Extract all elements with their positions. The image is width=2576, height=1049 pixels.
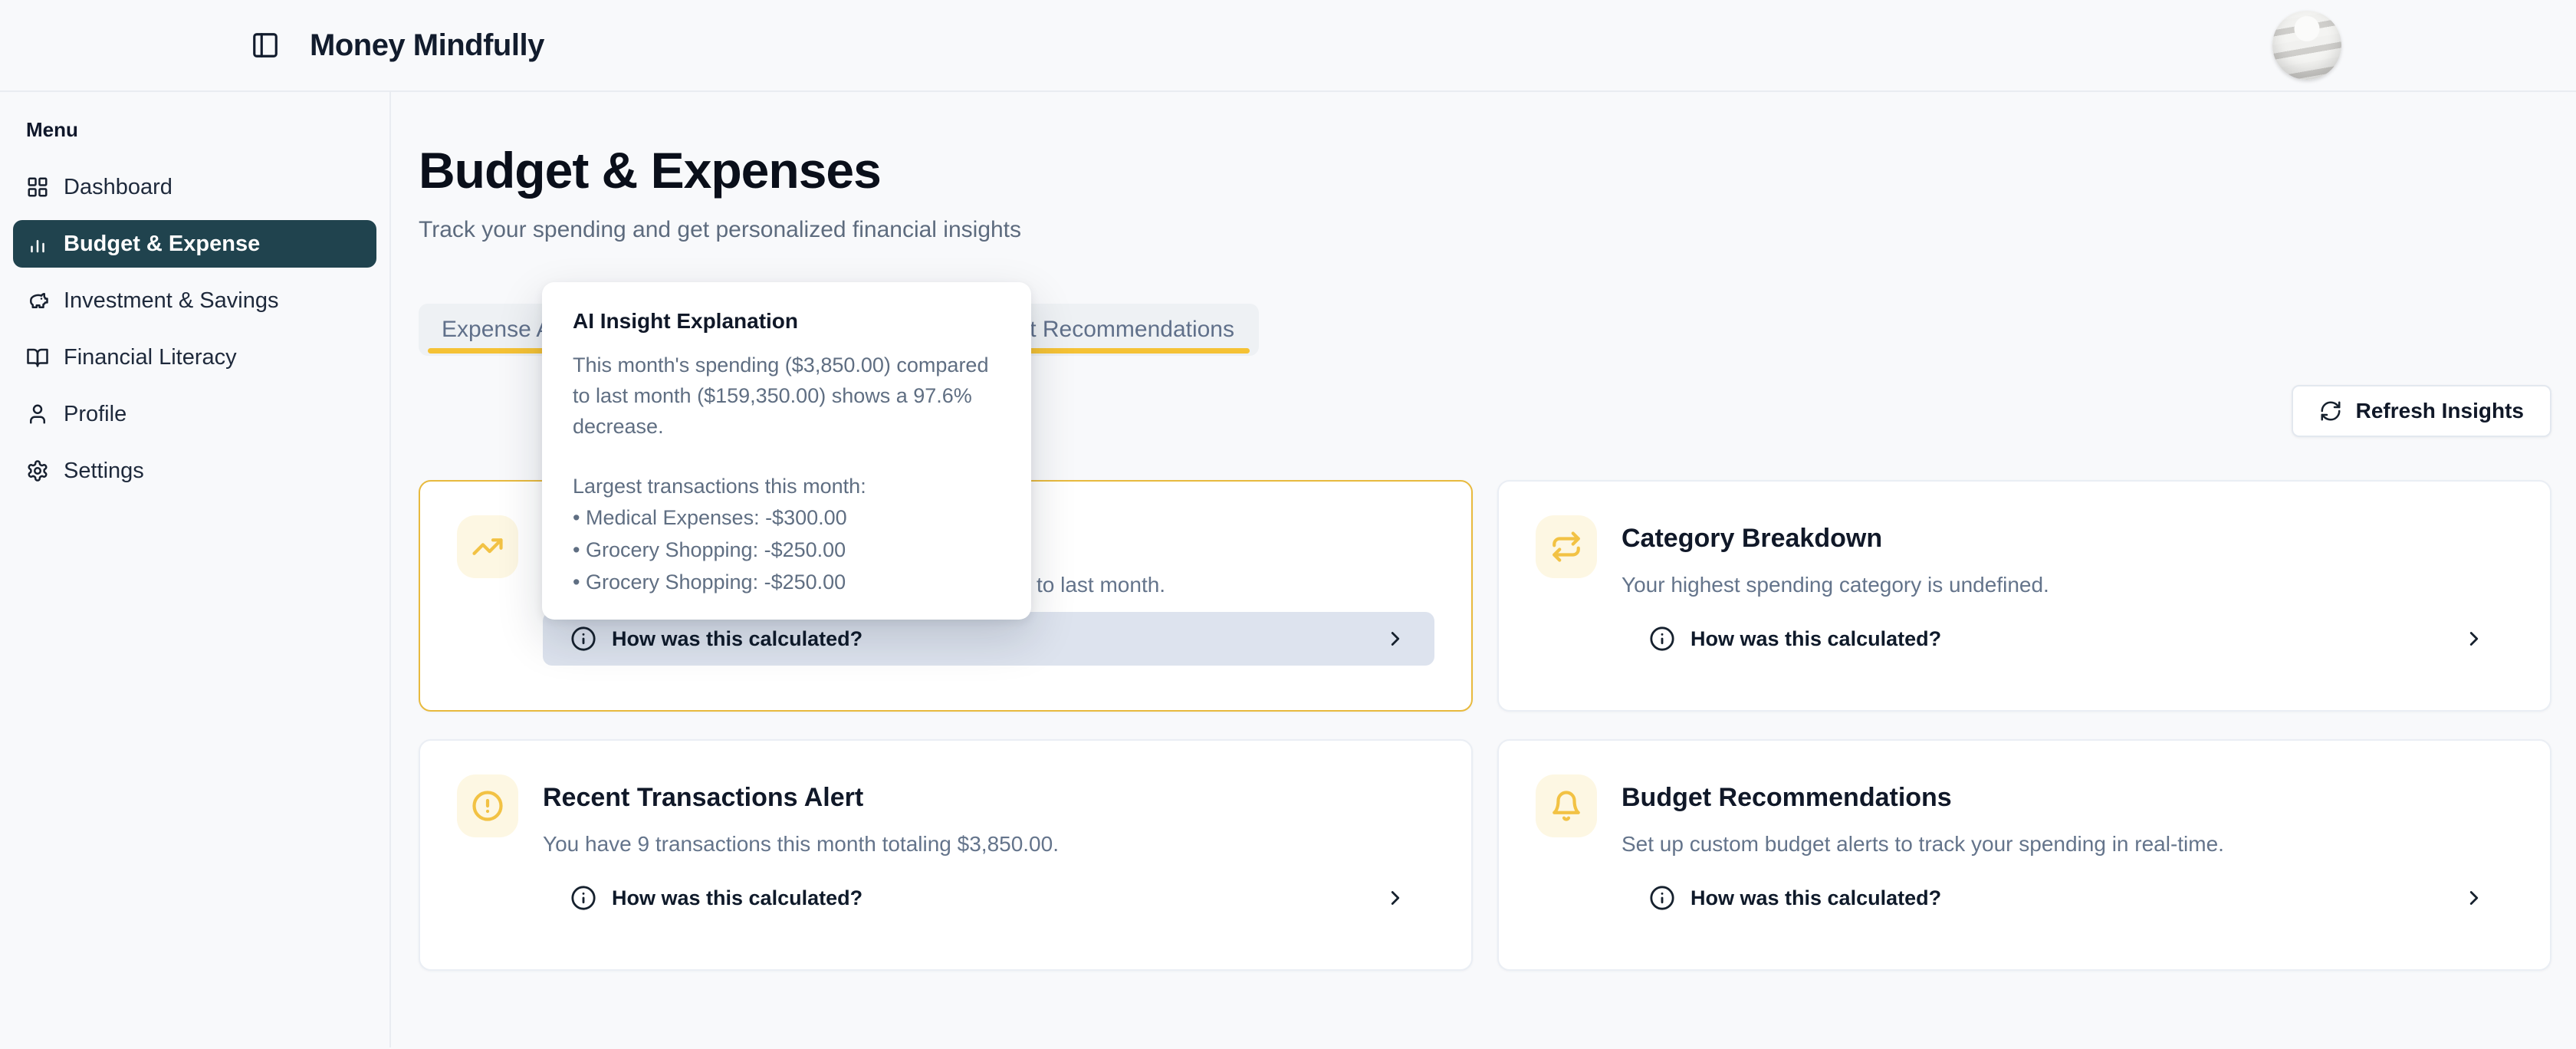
popover-list-header: Largest transactions this month: [573, 471, 1001, 501]
sidebar-toggle-button[interactable] [248, 28, 282, 62]
sidebar-item-investment-savings[interactable]: Investment & Savings [13, 277, 376, 324]
card-title: Recent Transactions Alert [543, 782, 1434, 813]
how-calculated-button[interactable]: How was this calculated? [543, 871, 1434, 925]
info-icon [570, 626, 596, 652]
info-icon [1649, 885, 1675, 911]
how-calculated-button[interactable]: How was this calculated? [543, 612, 1434, 666]
ai-insight-popover: AI Insight Explanation This month's spen… [542, 282, 1031, 620]
dashboard-grid-icon [26, 176, 49, 199]
refresh-insights-button[interactable]: Refresh Insights [2292, 385, 2551, 437]
how-calculated-button[interactable]: How was this calculated? [1622, 871, 2513, 925]
app-title: Money Mindfully [310, 28, 544, 63]
gear-icon [26, 459, 49, 482]
popover-paragraph-line: to last month ($159,350.00) shows a 97.6… [573, 380, 1001, 411]
repeat-icon [1536, 515, 1597, 578]
trending-up-icon [457, 515, 518, 578]
card-category-breakdown: Category Breakdown Your highest spending… [1497, 480, 2551, 712]
card-subtitle: Set up custom budget alerts to track you… [1622, 830, 2513, 859]
chevron-right-icon [2463, 627, 2486, 650]
chevron-right-icon [1384, 886, 1407, 909]
card-subtitle: You have 9 transactions this month total… [543, 830, 1434, 859]
sidebar-item-label: Profile [64, 402, 127, 427]
refresh-insights-label: Refresh Insights [2356, 399, 2524, 423]
how-calculated-label: How was this calculated? [1691, 627, 1941, 651]
book-open-icon [26, 346, 49, 369]
alert-circle-icon [457, 774, 518, 837]
user-avatar[interactable] [2272, 11, 2341, 80]
sidebar-item-financial-literacy[interactable]: Financial Literacy [13, 334, 376, 381]
piggy-bank-icon [26, 289, 49, 312]
card-title: Category Breakdown [1622, 523, 2513, 554]
sidebar-section-label: Menu [26, 118, 389, 142]
sidebar-item-label: Dashboard [64, 175, 172, 200]
sidebar-item-label: Budget & Expense [64, 232, 260, 257]
sidebar: Menu Dashboard Budget & Expense [0, 92, 391, 1047]
chevron-right-icon [2463, 886, 2486, 909]
info-icon [570, 885, 596, 911]
chevron-right-icon [1384, 627, 1407, 650]
refresh-icon [2319, 400, 2342, 423]
sidebar-item-dashboard[interactable]: Dashboard [13, 163, 376, 211]
sidebar-item-label: Settings [64, 459, 144, 484]
card-subtitle: Your highest spending category is undefi… [1622, 571, 2513, 600]
sidebar-item-profile[interactable]: Profile [13, 390, 376, 438]
how-calculated-label: How was this calculated? [1691, 886, 1941, 910]
popover-paragraph-line: This month's spending ($3,850.00) compar… [573, 350, 1001, 380]
card-budget-recommendations: Budget Recommendations Set up custom bud… [1497, 739, 2551, 971]
panel-left-icon [251, 31, 280, 60]
how-calculated-label: How was this calculated? [612, 627, 863, 651]
ai-insight-popover-title: AI Insight Explanation [573, 308, 1001, 334]
popover-transaction-item: • Grocery Shopping: -$250.00 [573, 534, 1001, 566]
how-calculated-button[interactable]: How was this calculated? [1622, 612, 2513, 666]
tab-expense-analysis[interactable]: Expense A [419, 317, 551, 343]
bar-chart-icon [26, 232, 49, 255]
sidebar-item-settings[interactable]: Settings [13, 447, 376, 495]
popover-paragraph-line: decrease. [573, 411, 1001, 442]
card-recent-transactions: Recent Transactions Alert You have 9 tra… [419, 739, 1473, 971]
card-title: Budget Recommendations [1622, 782, 2513, 813]
tab-recommendations[interactable]: ct Recommendations [1018, 317, 1234, 343]
page-title: Budget & Expenses [419, 143, 2551, 198]
info-icon [1649, 626, 1675, 652]
user-icon [26, 403, 49, 426]
bell-icon [1536, 774, 1597, 837]
card-subtitle: to last month. [1037, 571, 1434, 600]
sidebar-item-label: Financial Literacy [64, 345, 237, 370]
sidebar-item-label: Investment & Savings [64, 288, 278, 314]
popover-transaction-item: • Grocery Shopping: -$250.00 [573, 566, 1001, 598]
page-subtitle: Track your spending and get personalized… [419, 216, 2551, 244]
popover-transaction-item: • Medical Expenses: -$300.00 [573, 501, 1001, 534]
sidebar-item-budget-expense[interactable]: Budget & Expense [13, 220, 376, 268]
how-calculated-label: How was this calculated? [612, 886, 863, 910]
app-header: Money Mindfully [0, 0, 2576, 92]
